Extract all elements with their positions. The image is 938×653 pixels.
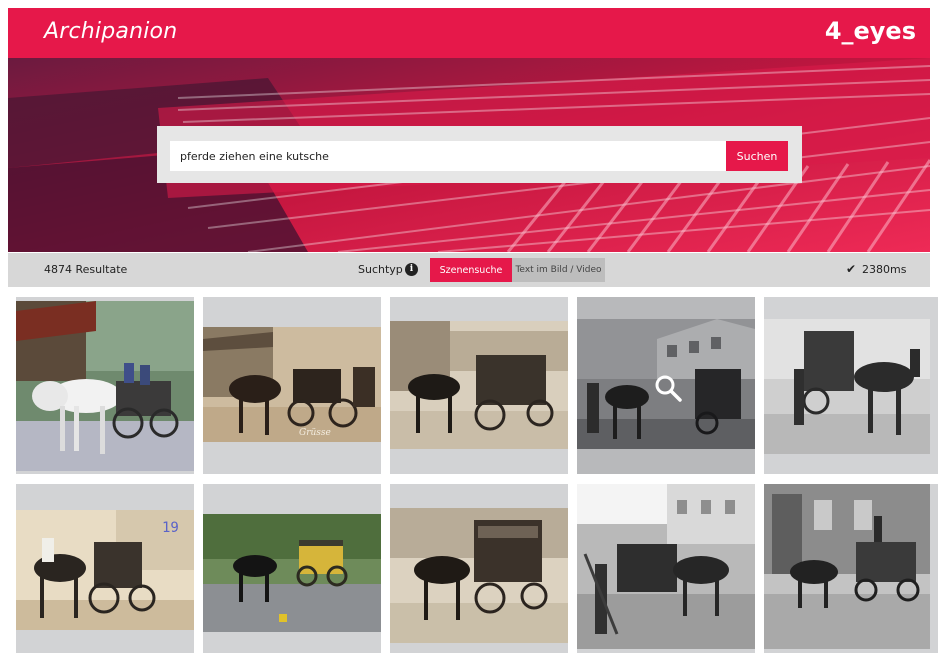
result-tile[interactable] bbox=[203, 484, 381, 653]
magnifier-icon[interactable] bbox=[653, 373, 683, 403]
brand-tagline[interactable]: 4_eyes bbox=[825, 17, 916, 45]
info-icon[interactable]: i bbox=[405, 263, 418, 276]
photo-bw-worker-horse bbox=[577, 484, 755, 649]
tab-scene-search[interactable]: Szenensuche bbox=[430, 258, 512, 282]
photo-color-yellow-coach bbox=[203, 514, 381, 632]
search-input[interactable] bbox=[170, 141, 726, 171]
app-logo[interactable]: Archipanion bbox=[44, 19, 177, 44]
result-tile[interactable] bbox=[577, 297, 755, 474]
photo-sepia-carriage: Grüsse bbox=[203, 327, 381, 442]
result-tile[interactable] bbox=[577, 484, 755, 653]
result-tile[interactable] bbox=[764, 297, 938, 474]
photo-sepia-postcard: 19 bbox=[16, 510, 194, 630]
result-tile[interactable]: 19 bbox=[16, 484, 194, 653]
result-tile[interactable] bbox=[390, 484, 568, 653]
svg-text:Grüsse: Grüsse bbox=[299, 428, 331, 438]
result-tile[interactable]: Grüsse bbox=[203, 297, 381, 474]
tab-text-in-image[interactable]: Text im Bild / Video bbox=[512, 258, 605, 282]
svg-text:19: 19 bbox=[162, 520, 179, 536]
result-count: 4874 Resultate bbox=[44, 263, 128, 276]
photo-sepia-covered-wagon bbox=[390, 508, 568, 643]
check-icon: ✔ bbox=[846, 262, 857, 276]
result-tile[interactable] bbox=[764, 484, 938, 653]
photo-sepia-coach bbox=[390, 321, 568, 449]
search-button[interactable]: Suchen bbox=[726, 141, 788, 171]
top-bar: Archipanion 4_eyes bbox=[8, 8, 930, 58]
photo-color-white-horses bbox=[16, 301, 194, 471]
search-timing: 2380ms bbox=[862, 263, 907, 276]
search-type-label: Suchtyp bbox=[358, 263, 403, 276]
result-tile[interactable] bbox=[390, 297, 568, 474]
result-tile[interactable] bbox=[16, 297, 194, 474]
photo-bw-horse-cart bbox=[764, 319, 930, 454]
photo-bw-loaded-cart bbox=[764, 484, 930, 649]
